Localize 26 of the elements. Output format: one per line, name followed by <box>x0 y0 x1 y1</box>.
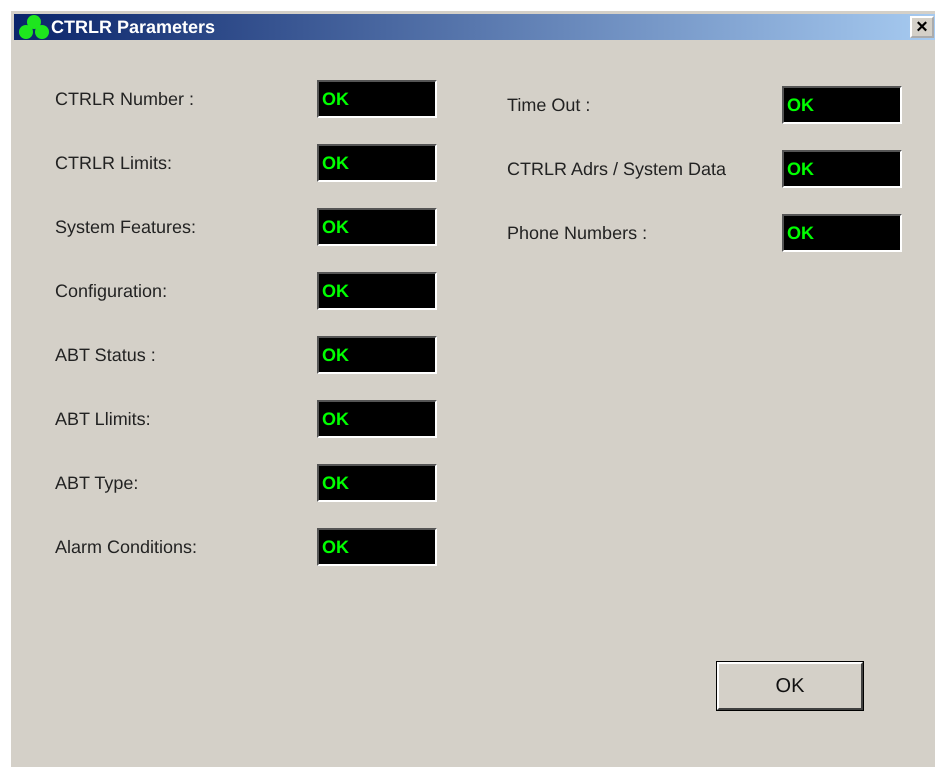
field-label: Phone Numbers : <box>507 222 648 244</box>
field-label: CTRLR Adrs / System Data <box>507 158 726 180</box>
window-title: CTRLR Parameters <box>51 16 216 38</box>
field-label: Alarm Conditions: <box>55 536 198 558</box>
field-label: CTRLR Limits: <box>55 152 172 174</box>
field-label: Configuration: <box>55 280 168 302</box>
status-display: OK <box>317 528 437 566</box>
close-button[interactable]: × <box>910 16 934 38</box>
status-display: OK <box>317 80 437 118</box>
ok-button[interactable]: OK <box>717 662 863 710</box>
field-label: CTRLR Number : <box>55 88 194 110</box>
status-display: OK <box>317 144 437 182</box>
field-label: ABT Llimits: <box>55 408 151 430</box>
field-label: ABT Type: <box>55 472 138 494</box>
status-display: OK <box>317 400 437 438</box>
field-label: Time Out : <box>507 94 590 116</box>
status-display: OK <box>317 464 437 502</box>
status-display: OK <box>782 214 902 252</box>
status-display: OK <box>782 150 902 188</box>
status-display: OK <box>317 208 437 246</box>
circles-icon <box>17 14 51 40</box>
status-display: OK <box>782 86 902 124</box>
status-display: OK <box>317 272 437 310</box>
field-label: ABT Status : <box>55 344 156 366</box>
field-label: System Features: <box>55 216 196 238</box>
status-display: OK <box>317 336 437 374</box>
